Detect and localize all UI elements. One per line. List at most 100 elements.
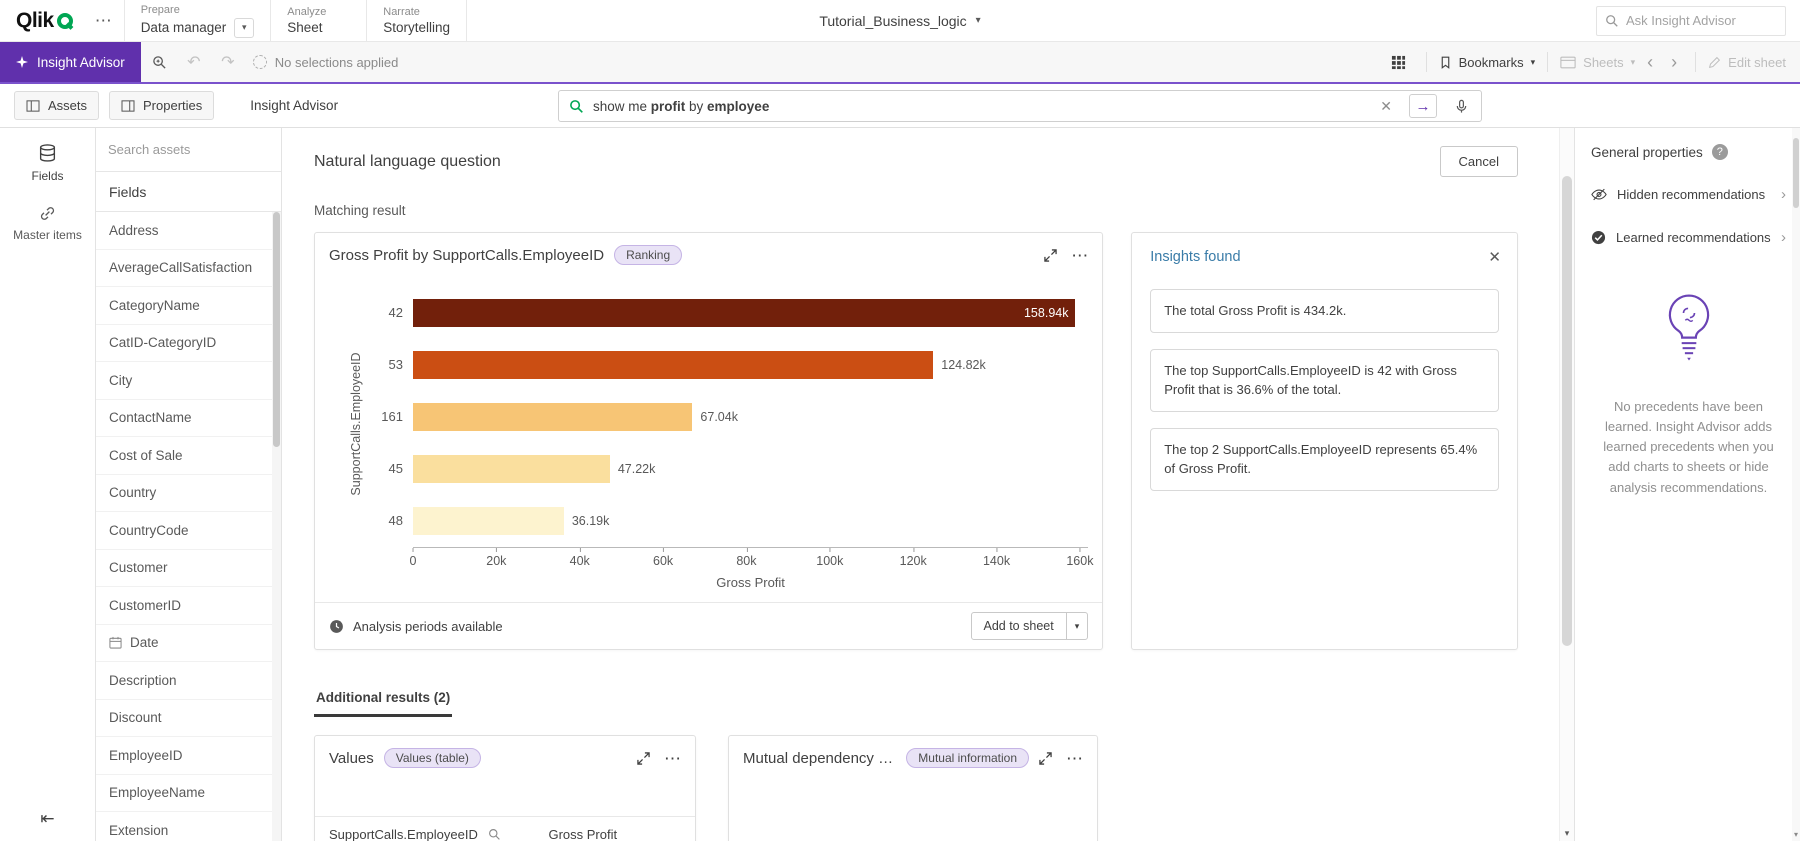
eye-off-icon xyxy=(1591,188,1607,201)
tab-additional-results[interactable]: Additional results (2) xyxy=(314,690,452,717)
prepare-dropdown-button[interactable]: ▾ xyxy=(234,18,254,38)
nlq-input[interactable]: show me profit by employee xyxy=(593,99,1363,114)
asset-field-item[interactable]: Country xyxy=(96,475,281,513)
page-title: Natural language question xyxy=(314,153,501,171)
rail-item-master-items[interactable]: Master items xyxy=(13,205,82,242)
add-to-sheet-button[interactable]: Add to sheet ▾ xyxy=(971,612,1089,640)
add-to-sheet-label: Add to sheet xyxy=(972,613,1066,639)
properties-scrollbar[interactable]: ▾ xyxy=(1792,128,1800,841)
expand-icon[interactable] xyxy=(1044,249,1057,262)
column-header: SupportCalls.EmployeeID xyxy=(329,827,478,841)
properties-panel-button[interactable]: Properties xyxy=(109,91,214,120)
asset-field-label: CustomerID xyxy=(109,598,181,613)
help-icon[interactable]: ? xyxy=(1712,144,1728,160)
assets-field-list: AddressAverageCallSatisfactionCategoryNa… xyxy=(96,212,281,843)
asset-field-item[interactable]: City xyxy=(96,362,281,400)
bar[interactable] xyxy=(413,507,564,535)
asset-field-item[interactable]: Discount xyxy=(96,700,281,738)
app-overview-grid-icon[interactable] xyxy=(1384,48,1414,76)
left-panel-icon xyxy=(26,100,40,112)
assets-panel-button[interactable]: Assets xyxy=(14,91,99,120)
bar[interactable] xyxy=(413,455,610,483)
microphone-icon[interactable] xyxy=(1446,99,1473,114)
insight-item[interactable]: The total Gross Profit is 434.2k. xyxy=(1150,289,1499,333)
hidden-recommendations-row[interactable]: Hidden recommendations › xyxy=(1591,186,1786,203)
scrollbar-thumb[interactable] xyxy=(1793,138,1799,208)
insight-item[interactable]: The top 2 SupportCalls.EmployeeID repres… xyxy=(1150,428,1499,491)
scroll-down-icon[interactable]: ▾ xyxy=(1560,828,1574,839)
scrollbar-thumb[interactable] xyxy=(273,212,280,447)
step-forward-icon[interactable]: ↷ xyxy=(213,48,243,76)
collapse-panel-icon[interactable]: ⇤ xyxy=(40,809,54,829)
bar-value-label: 124.82k xyxy=(941,339,985,391)
clear-query-icon[interactable]: ✕ xyxy=(1372,98,1400,115)
bar[interactable] xyxy=(413,403,692,431)
ask-insight-advisor-input[interactable] xyxy=(1626,13,1777,28)
bookmarks-menu[interactable]: Bookmarks ▾ xyxy=(1439,55,1536,70)
step-back-icon[interactable]: ↶ xyxy=(179,48,209,76)
expand-icon[interactable] xyxy=(1039,752,1052,765)
insight-item[interactable]: The top SupportCalls.EmployeeID is 42 wi… xyxy=(1150,349,1499,412)
bar-value-label: 36.19k xyxy=(572,495,610,547)
qlik-logo[interactable]: Qlik xyxy=(0,0,83,41)
rail-item-fields[interactable]: Fields xyxy=(31,144,63,183)
bar-row: 4547.22k xyxy=(413,443,1088,495)
more-menu-icon[interactable]: ⋯ xyxy=(1071,247,1088,264)
nav-tab-prepare[interactable]: Prepare Data manager ▾ xyxy=(124,0,271,41)
asset-field-item[interactable]: CountryCode xyxy=(96,512,281,550)
asset-field-item[interactable]: AverageCallSatisfaction xyxy=(96,250,281,288)
bar[interactable]: 158.94k xyxy=(413,299,1075,327)
asset-field-label: City xyxy=(109,373,132,388)
insight-advisor-icon xyxy=(16,56,28,68)
check-circle-icon xyxy=(1591,230,1606,245)
assets-scrollbar[interactable] xyxy=(272,212,281,841)
close-icon[interactable]: ✕ xyxy=(1488,248,1501,266)
asset-field-item[interactable]: EmployeeName xyxy=(96,775,281,813)
chevron-down-icon[interactable]: ▾ xyxy=(1066,613,1088,639)
submit-query-button[interactable]: → xyxy=(1409,94,1437,118)
expand-icon[interactable] xyxy=(637,752,650,765)
asset-field-item[interactable]: CategoryName xyxy=(96,287,281,325)
nav-tab-narrate[interactable]: Narrate Storytelling xyxy=(366,0,467,41)
asset-field-item[interactable]: CatID-CategoryID xyxy=(96,325,281,363)
nlq-search-box[interactable]: show me profit by employee ✕ → xyxy=(558,90,1482,122)
assets-search-box[interactable] xyxy=(96,128,281,172)
app-title-menu[interactable]: Tutorial_Business_logic ▾ xyxy=(819,0,980,41)
ask-insight-advisor-box[interactable] xyxy=(1596,6,1786,36)
calendar-icon xyxy=(109,636,122,649)
table-header-row: SupportCalls.EmployeeID Gross Profit xyxy=(315,816,695,841)
more-menu-icon[interactable]: ⋯ xyxy=(1066,750,1083,767)
chevron-down-icon: ▾ xyxy=(976,15,981,26)
smart-search-icon[interactable] xyxy=(145,48,175,76)
asset-field-label: Customer xyxy=(109,560,168,575)
scrollbar-thumb[interactable] xyxy=(1562,176,1572,646)
cancel-button[interactable]: Cancel xyxy=(1440,146,1518,177)
asset-field-item[interactable]: Description xyxy=(96,662,281,700)
asset-field-item[interactable]: Cost of Sale xyxy=(96,437,281,475)
query-token: show me xyxy=(593,99,651,114)
search-icon[interactable] xyxy=(488,828,501,841)
asset-field-item[interactable]: Date xyxy=(96,625,281,663)
asset-field-item[interactable]: CustomerID xyxy=(96,587,281,625)
pencil-icon xyxy=(1708,56,1721,69)
scroll-down-icon[interactable]: ▾ xyxy=(1792,830,1800,839)
global-menu-button[interactable]: ⋯ xyxy=(83,0,124,41)
query-token: by xyxy=(685,99,707,114)
sheets-menu[interactable]: Sheets ▾ xyxy=(1560,55,1635,70)
more-menu-icon[interactable]: ⋯ xyxy=(664,750,681,767)
nav-tab-analyze[interactable]: Analyze Sheet xyxy=(270,0,366,41)
asset-field-item[interactable]: Address xyxy=(96,212,281,250)
insight-advisor-button[interactable]: Insight Advisor xyxy=(0,42,141,82)
bar[interactable] xyxy=(413,351,933,379)
assets-search-input[interactable] xyxy=(108,142,269,157)
prev-sheet-icon[interactable]: ‹ xyxy=(1641,52,1659,73)
asset-field-item[interactable]: ContactName xyxy=(96,400,281,438)
main-scrollbar[interactable]: ▾ xyxy=(1559,128,1574,841)
edit-sheet-button[interactable]: Edit sheet xyxy=(1708,55,1786,70)
asset-field-item[interactable]: Customer xyxy=(96,550,281,588)
next-sheet-icon[interactable]: › xyxy=(1665,52,1683,73)
asset-field-item[interactable]: Extension xyxy=(96,812,281,843)
y-axis-label: SupportCalls.EmployeeID xyxy=(349,353,363,496)
asset-field-item[interactable]: EmployeeID xyxy=(96,737,281,775)
learned-recommendations-row[interactable]: Learned recommendations › xyxy=(1591,229,1786,246)
